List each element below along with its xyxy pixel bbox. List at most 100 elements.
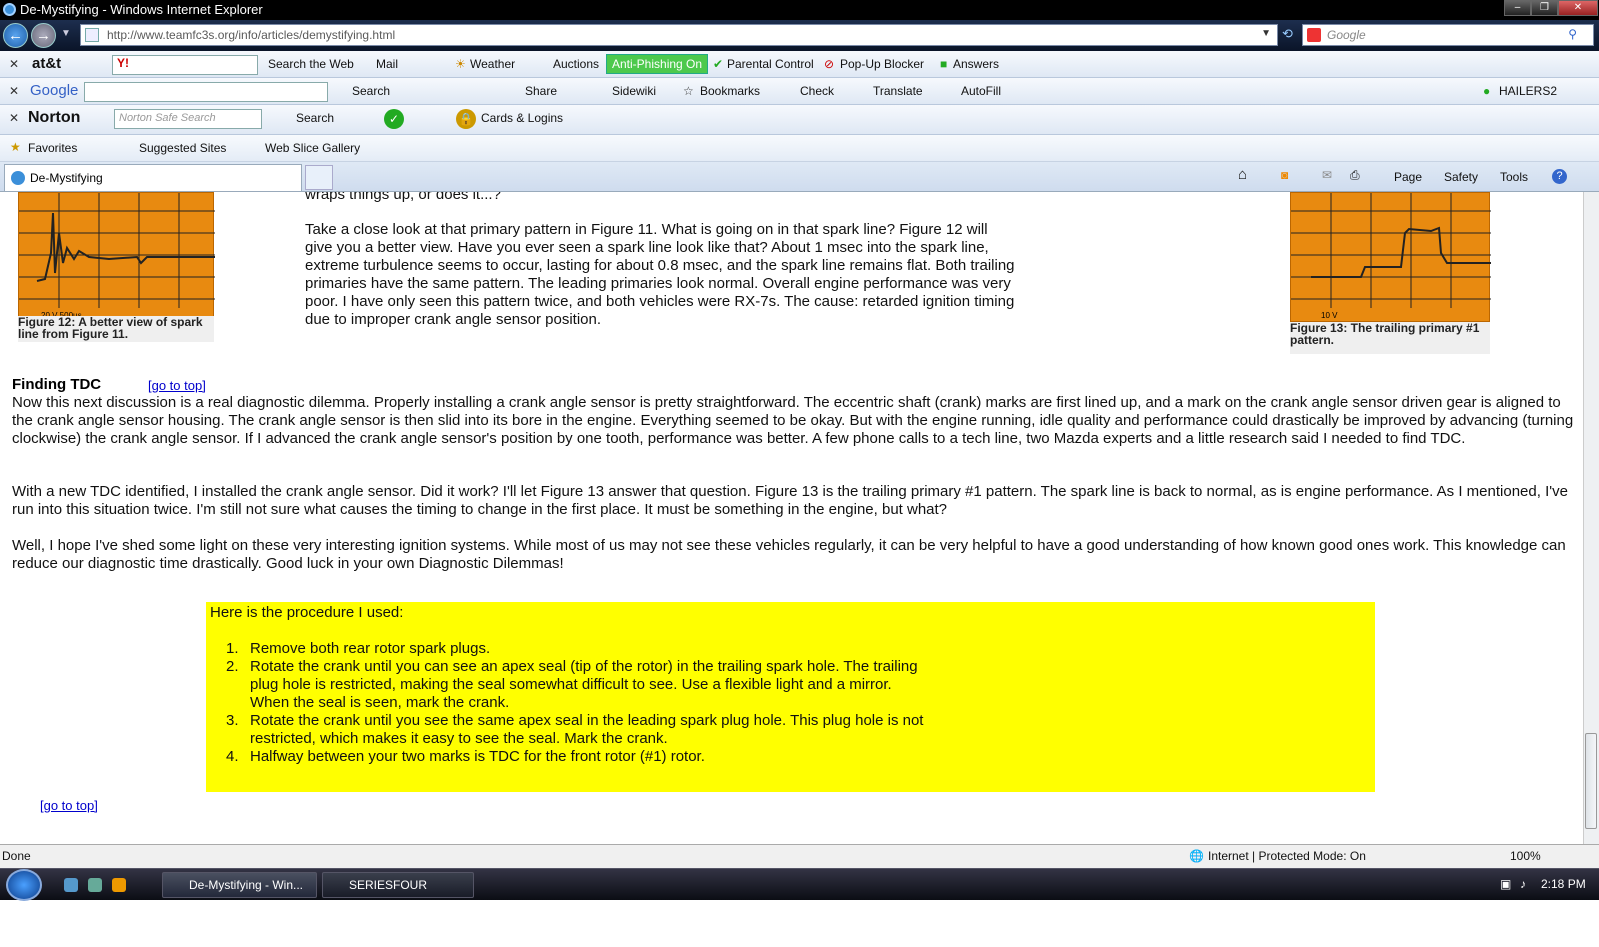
att-toolbar: ✕ at&t Y! Search the Web Mail ☀ Weather … xyxy=(0,51,1599,78)
ie-tab-icon xyxy=(11,171,25,185)
close-toolbar-icon[interactable]: ✕ xyxy=(9,111,19,125)
procedure-step: 2. Rotate the crank until you can see an … xyxy=(226,658,918,711)
status-bar: Done 🌐 Internet | Protected Mode: On 100… xyxy=(0,844,1599,868)
sidewiki-button[interactable]: Sidewiki xyxy=(612,84,656,98)
search-input[interactable]: Google ⚲ xyxy=(1302,24,1594,46)
search-placeholder: Google xyxy=(1327,28,1366,42)
safety-menu[interactable]: Safety xyxy=(1444,170,1478,184)
close-toolbar-icon[interactable]: ✕ xyxy=(9,84,19,98)
scrollbar-thumb[interactable] xyxy=(1585,733,1597,829)
popup-blocker-icon: ⊘ xyxy=(824,57,835,71)
google-logo: Google xyxy=(30,82,79,99)
compatibility-icon[interactable]: ⟲ xyxy=(1282,26,1293,42)
feeds-icon[interactable]: ◙ xyxy=(1281,168,1288,182)
address-field[interactable]: http://www.teamfc3s.org/info/articles/de… xyxy=(80,24,1278,46)
go-to-top-link-bottom[interactable]: [go to top] xyxy=(40,798,98,813)
paragraph-new-tdc: With a new TDC identified, I installed t… xyxy=(12,483,1568,518)
new-tab-button[interactable] xyxy=(305,165,333,190)
figure-12-image: 20 V 500µs xyxy=(18,192,215,322)
search-icon[interactable]: ⚲ xyxy=(1568,27,1577,41)
procedure-intro: Here is the procedure I used: xyxy=(210,604,404,621)
procedure-step: 1. Remove both rear rotor spark plugs. xyxy=(226,640,491,657)
maximize-button[interactable]: ❐ xyxy=(1531,0,1558,16)
procedure-step: 4. Halfway between your two marks is TDC … xyxy=(226,748,705,765)
tools-menu[interactable]: Tools xyxy=(1500,170,1528,184)
mail-icon[interactable]: ✉ xyxy=(1322,168,1332,182)
tab-de-mystifying[interactable]: De-Mystifying xyxy=(4,164,302,191)
paragraph-finding-tdc: Now this next discussion is a real diagn… xyxy=(12,394,1574,447)
favorites-button[interactable]: Favorites xyxy=(28,141,77,155)
popup-blocker-button[interactable]: Pop-Up Blocker xyxy=(840,57,924,71)
ie-logo-icon xyxy=(3,3,16,16)
suggested-sites-button[interactable]: Suggested Sites xyxy=(139,141,226,155)
translate-button[interactable]: Translate xyxy=(873,84,923,98)
figure-13-scale: 10 V xyxy=(1321,311,1338,320)
close-button[interactable]: ✕ xyxy=(1558,0,1598,16)
weather-button[interactable]: Weather xyxy=(470,57,515,71)
zoom-level[interactable]: 100% xyxy=(1510,849,1541,863)
print-icon[interactable]: ⎙ xyxy=(1350,168,1360,183)
web-slice-gallery-button[interactable]: Web Slice Gallery xyxy=(265,141,360,155)
paragraph-spark-line: Take a close look at that primary patter… xyxy=(305,221,1015,328)
weather-icon: ☀ xyxy=(455,57,466,71)
check-button[interactable]: Check xyxy=(800,84,834,98)
network-icon[interactable]: ▣ xyxy=(1500,877,1511,891)
title-bar: De-Mystifying - Windows Internet Explore… xyxy=(0,0,1599,20)
search-web-button[interactable]: Search the Web xyxy=(268,57,354,71)
start-button[interactable] xyxy=(6,869,42,901)
google-search-input[interactable] xyxy=(84,82,328,102)
parental-check-icon: ✔ xyxy=(713,57,724,71)
mail-button[interactable]: Mail xyxy=(376,57,398,71)
share-button[interactable]: Share xyxy=(525,84,557,98)
taskbar: De-Mystifying - Win... SERIESFOUR ▣ ♪ 2:… xyxy=(0,868,1599,901)
answers-icon: ■ xyxy=(940,57,948,71)
back-button[interactable]: ← xyxy=(3,23,28,48)
help-icon[interactable]: ? xyxy=(1552,169,1567,184)
history-dropdown-icon[interactable]: ▼ xyxy=(61,28,71,39)
page-menu[interactable]: Page xyxy=(1394,170,1422,184)
tab-bar: De-Mystifying ⌂ ◙ ✉ ⎙ Page Safety Tools … xyxy=(0,162,1599,192)
norton-search-input[interactable]: Norton Safe Search xyxy=(114,109,262,129)
att-logo[interactable]: at&t xyxy=(32,55,61,72)
answers-button[interactable]: Answers xyxy=(953,57,999,71)
norton-logo[interactable]: Norton xyxy=(28,109,80,127)
task-ie[interactable]: De-Mystifying - Win... xyxy=(162,872,317,898)
home-icon[interactable]: ⌂ xyxy=(1238,166,1247,183)
tab-label: De-Mystifying xyxy=(30,171,103,185)
close-toolbar-icon[interactable]: ✕ xyxy=(9,57,19,71)
google-account-button[interactable]: HAILERS2 xyxy=(1499,84,1557,98)
page-content: 20 V 500µs Figure 12: A better view of s… xyxy=(0,192,1583,844)
cards-logins-button[interactable]: Cards & Logins xyxy=(481,111,563,125)
google-search-button[interactable]: Search xyxy=(352,84,390,98)
parental-control-button[interactable]: Parental Control xyxy=(727,57,814,71)
switch-windows-icon[interactable] xyxy=(88,878,102,892)
address-dropdown-icon[interactable]: ▼ xyxy=(1261,28,1271,39)
procedure-step: 3. Rotate the crank until you see the sam… xyxy=(226,712,924,747)
norton-check-icon[interactable]: ✓ xyxy=(384,109,404,129)
go-to-top-link[interactable]: [go to top] xyxy=(148,378,206,393)
minimize-button[interactable]: ‒ xyxy=(1504,0,1531,16)
figure-13-caption: Figure 13: The trailing primary #1 patte… xyxy=(1290,322,1490,354)
auctions-button[interactable]: Auctions xyxy=(553,57,599,71)
figure-12-caption: Figure 12: A better view of spark line f… xyxy=(18,316,214,342)
yahoo-search-field[interactable]: Y! xyxy=(112,55,258,75)
security-zone[interactable]: Internet | Protected Mode: On xyxy=(1208,849,1366,863)
section-heading: Finding TDC xyxy=(12,376,102,393)
anti-phishing-indicator[interactable]: Anti-Phishing On xyxy=(606,54,709,74)
address-bar-row: ← → ▼ http://www.teamfc3s.org/info/artic… xyxy=(0,20,1599,51)
google-toolbar: ✕ Google Search Share Sidewiki ☆ Bookmar… xyxy=(0,78,1599,105)
volume-icon[interactable]: ♪ xyxy=(1520,877,1526,891)
task-folder[interactable]: SERIESFOUR xyxy=(322,872,474,898)
autofill-button[interactable]: AutoFill xyxy=(961,84,1001,98)
clock[interactable]: 2:18 PM xyxy=(1541,877,1586,891)
bookmarks-button[interactable]: Bookmarks xyxy=(700,84,760,98)
forward-button[interactable]: → xyxy=(31,23,56,48)
show-desktop-icon[interactable] xyxy=(64,878,78,892)
norton-search-button[interactable]: Search xyxy=(296,111,334,125)
media-player-icon[interactable] xyxy=(112,878,126,892)
cut-off-text: wraps things up, or does it...? xyxy=(305,192,501,203)
procedure-box: Here is the procedure I used: 1. Remove b… xyxy=(206,602,1375,792)
lock-icon: 🔒 xyxy=(456,109,476,129)
star-icon: ☆ xyxy=(683,84,694,98)
google-g-icon xyxy=(1307,28,1321,42)
